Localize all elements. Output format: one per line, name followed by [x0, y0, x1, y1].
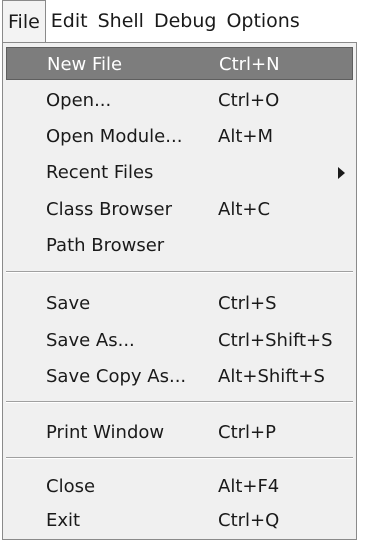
menu-item-label: Save	[46, 293, 91, 314]
menu-item-label: New File	[47, 54, 123, 75]
menu-item-close[interactable]: Close Alt+F4	[6, 470, 353, 503]
menu-item-save-as[interactable]: Save As... Ctrl+Shift+S	[6, 324, 353, 357]
menu-item-label: Open Module...	[46, 126, 183, 147]
menu-item-shortcut: Alt+M	[218, 126, 273, 147]
menu-separator	[6, 271, 353, 273]
menu-item-label: Save As...	[46, 330, 135, 351]
menu-item-label: Recent Files	[46, 162, 154, 183]
idle-window: File Edit Shell Debug Options New File C…	[0, 0, 370, 540]
menu-item-label: Class Browser	[46, 199, 173, 220]
submenu-arrow-icon	[338, 167, 345, 179]
menu-options[interactable]: Options	[221, 0, 304, 42]
menu-bar: File Edit Shell Debug Options	[0, 0, 370, 42]
menu-item-shortcut: Ctrl+O	[218, 90, 280, 111]
menu-item-save[interactable]: Save Ctrl+S	[6, 287, 353, 320]
menu-item-shortcut: Ctrl+N	[219, 54, 280, 75]
menu-item-label: Save Copy As...	[46, 366, 187, 387]
menu-item-label: Open...	[46, 90, 112, 111]
menu-item-print-window[interactable]: Print Window Ctrl+P	[6, 416, 353, 449]
menu-item-shortcut: Alt+F4	[218, 476, 280, 497]
menu-item-label: Close	[46, 476, 96, 497]
menu-item-class-browser[interactable]: Class Browser Alt+C	[6, 193, 353, 226]
menu-item-label: Print Window	[46, 422, 165, 443]
menu-item-recent-files[interactable]: Recent Files	[6, 156, 353, 189]
menu-item-shortcut: Ctrl+P	[218, 422, 276, 443]
menu-debug[interactable]: Debug	[149, 0, 221, 42]
menu-shell[interactable]: Shell	[93, 0, 149, 42]
menu-item-shortcut: Alt+Shift+S	[218, 366, 325, 387]
menu-file[interactable]: File	[2, 0, 46, 42]
menu-edit[interactable]: Edit	[46, 0, 93, 42]
menu-item-shortcut: Ctrl+Shift+S	[218, 330, 333, 351]
menu-item-exit[interactable]: Exit Ctrl+Q	[6, 504, 353, 537]
menu-item-shortcut: Ctrl+Q	[218, 510, 280, 531]
menu-item-shortcut: Alt+C	[218, 199, 271, 220]
menu-item-open[interactable]: Open... Ctrl+O	[6, 84, 353, 117]
menu-item-shortcut: Ctrl+S	[218, 293, 277, 314]
menu-item-path-browser[interactable]: Path Browser	[6, 229, 353, 262]
menu-item-label: Path Browser	[46, 235, 165, 256]
menu-separator	[6, 457, 353, 459]
menu-item-open-module[interactable]: Open Module... Alt+M	[6, 120, 353, 153]
menu-item-label: Exit	[46, 510, 81, 531]
menu-item-new-file[interactable]: New File Ctrl+N	[6, 47, 353, 80]
file-dropdown-menu: New File Ctrl+N Open... Ctrl+O Open Modu…	[2, 42, 357, 540]
menu-item-save-copy-as[interactable]: Save Copy As... Alt+Shift+S	[6, 360, 353, 393]
menu-separator	[6, 401, 353, 403]
